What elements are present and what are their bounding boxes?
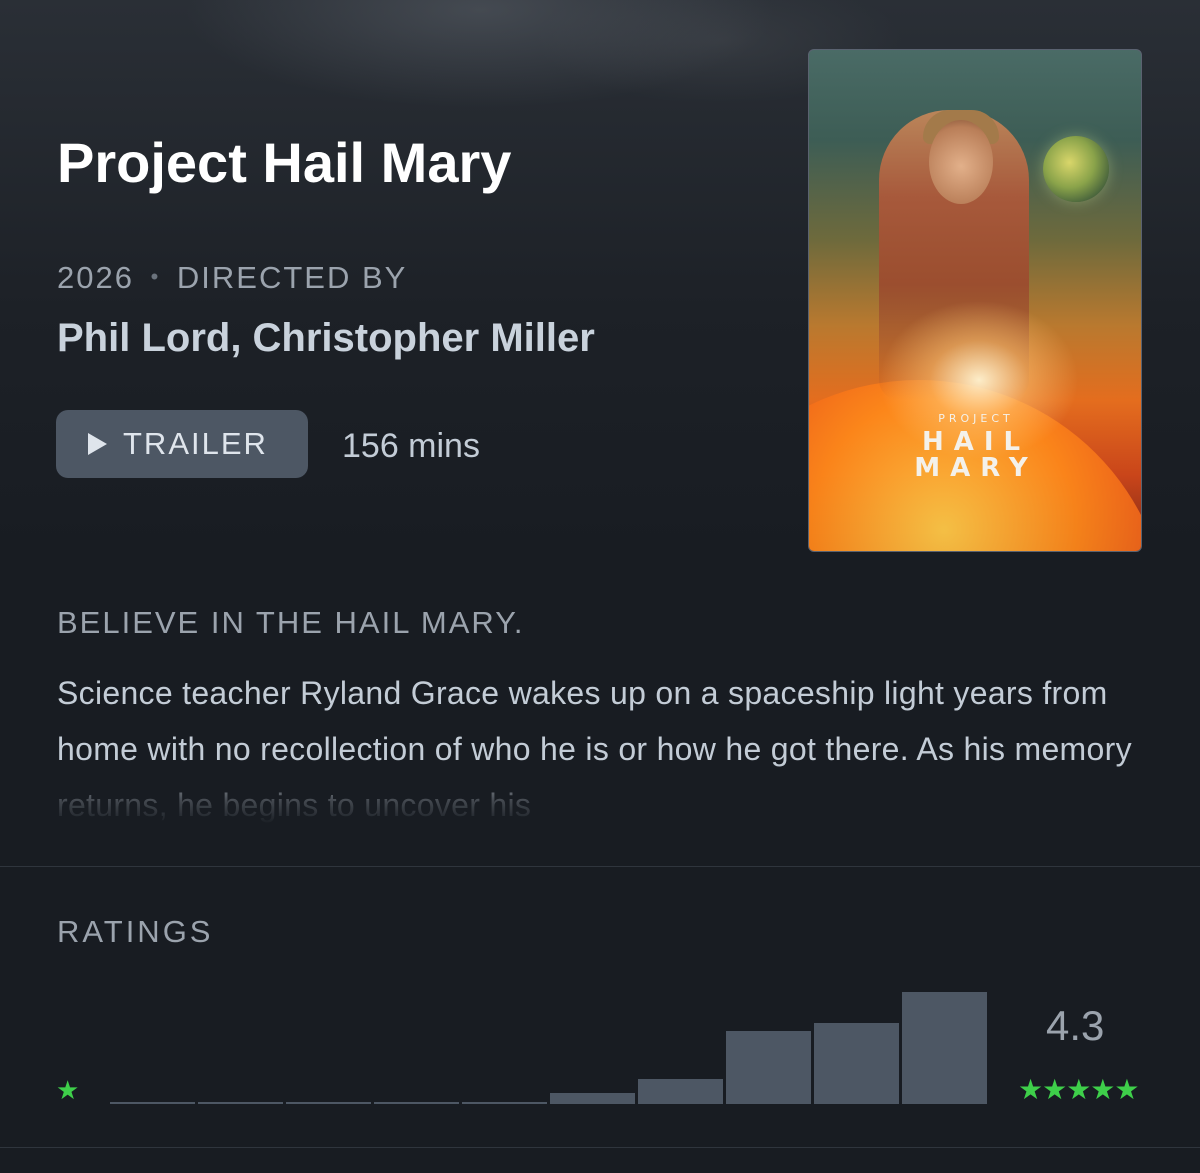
average-rating: 4.3: [1046, 1002, 1105, 1049]
runtime: 156 mins: [342, 427, 480, 465]
section-divider: [0, 866, 1200, 867]
meta-separator: •: [150, 264, 161, 289]
histogram-bar-4[interactable]: [374, 1102, 459, 1104]
section-divider: [0, 1147, 1200, 1148]
movie-title: Project Hail Mary: [57, 131, 512, 194]
poster-text-project: PROJECT: [938, 412, 1014, 425]
movie-meta: 2026 • DIRECTED BY: [57, 260, 407, 296]
trailer-button[interactable]: TRAILER: [56, 410, 308, 478]
histogram-bar-1[interactable]: [110, 1102, 195, 1104]
histogram-bar-10[interactable]: [902, 992, 987, 1104]
poster-planet: [1043, 136, 1109, 202]
histogram-bar-5[interactable]: [462, 1102, 547, 1104]
max-stars-icon: ★★★★★: [1018, 1074, 1140, 1105]
min-star-icon: ★: [56, 1075, 80, 1105]
poster-text-hail: HAIL: [921, 427, 1031, 457]
histogram-bar-7[interactable]: [638, 1079, 723, 1104]
histogram-bar-6[interactable]: [550, 1093, 635, 1104]
release-year[interactable]: 2026: [57, 260, 134, 295]
poster-text-mary: MARY: [914, 453, 1038, 483]
directors-link[interactable]: Phil Lord, Christopher Miller: [57, 316, 595, 361]
poster-head: [929, 120, 993, 204]
histogram-bar-8[interactable]: [726, 1031, 811, 1104]
histogram-bar-9[interactable]: [814, 1023, 899, 1104]
ratings-heading: RATINGS: [57, 914, 214, 949]
histogram-bar-3[interactable]: [286, 1102, 371, 1104]
ratings-histogram[interactable]: [110, 990, 990, 1104]
histogram-bar-2[interactable]: [198, 1102, 283, 1104]
directed-by-label: DIRECTED BY: [176, 260, 408, 295]
synopsis-text[interactable]: Science teacher Ryland Grace wakes up on…: [57, 665, 1147, 825]
tagline: BELIEVE IN THE HAIL MARY.: [57, 605, 525, 640]
movie-poster[interactable]: PROJECT HAIL MARY: [808, 49, 1142, 552]
play-icon: [88, 433, 107, 455]
trailer-label: TRAILER: [123, 426, 268, 461]
